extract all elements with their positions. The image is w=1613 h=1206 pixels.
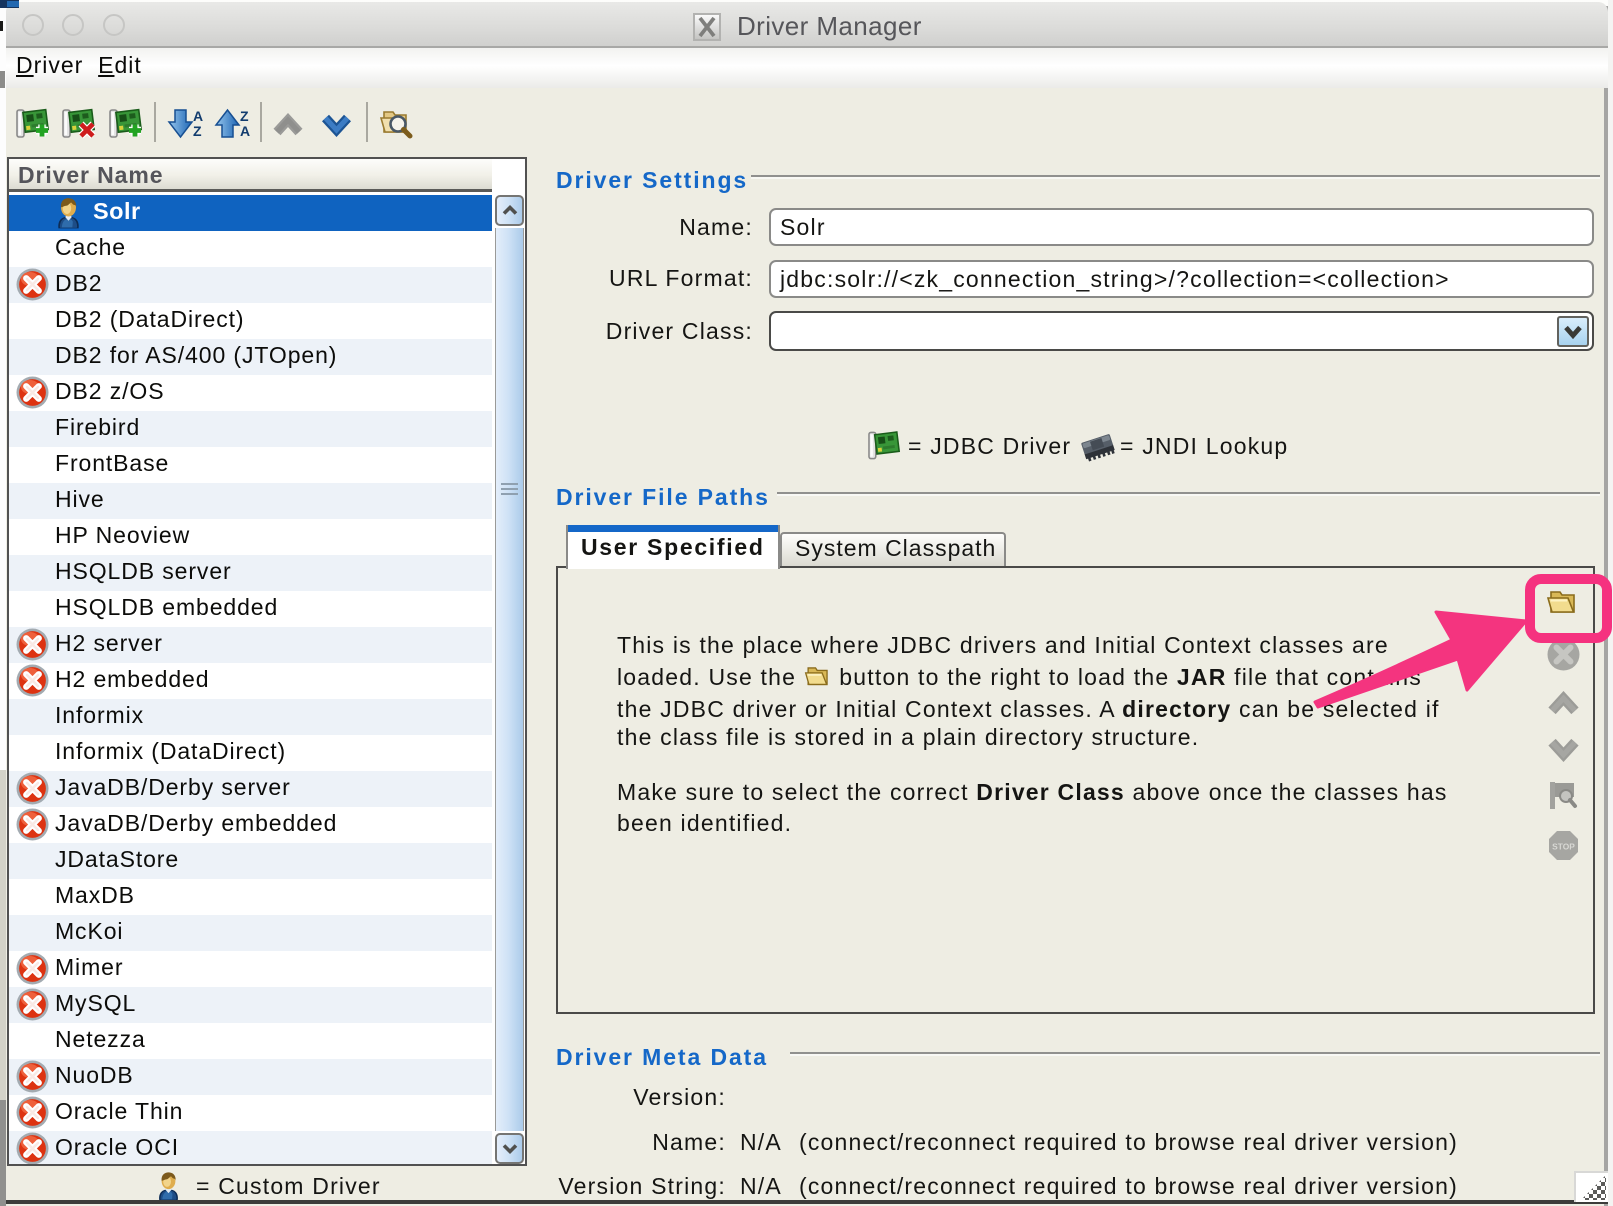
svg-text:STOP: STOP — [1552, 842, 1575, 852]
svg-text:Z: Z — [240, 108, 249, 124]
svg-text:A: A — [193, 108, 203, 124]
svg-text:Z: Z — [193, 123, 202, 139]
svg-text:A: A — [240, 123, 250, 139]
